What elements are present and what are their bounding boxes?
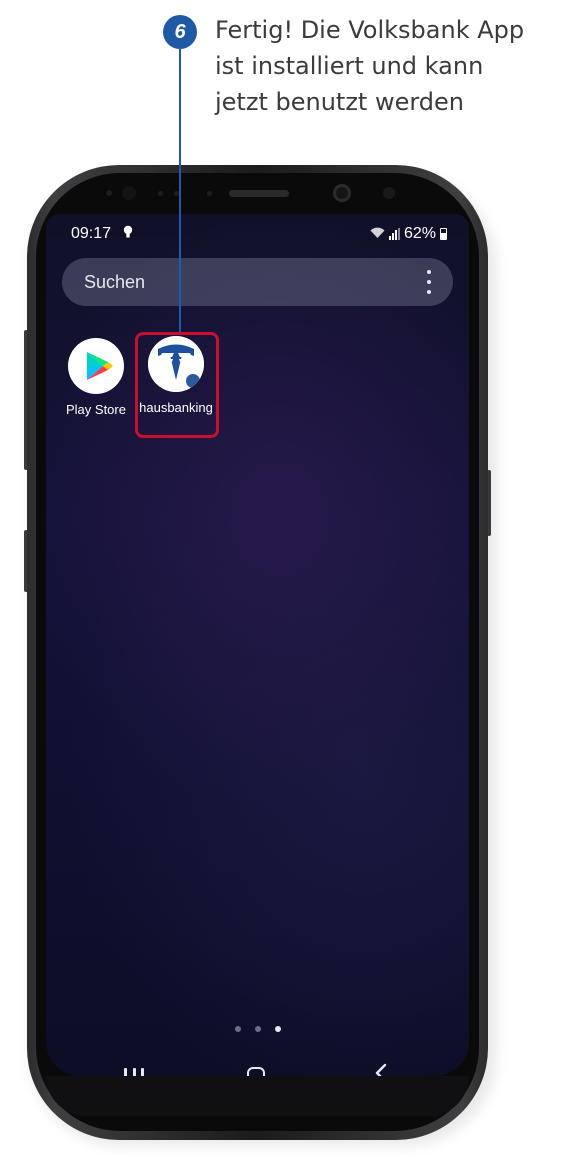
wifi-icon <box>370 227 385 242</box>
play-store-icon <box>68 338 124 394</box>
step-caption-line: ist installiert und kann <box>215 52 484 80</box>
lightbulb-icon <box>123 225 133 242</box>
step-caption: Fertig! Die Volksbank App ist installier… <box>215 12 570 120</box>
proximity-sensor <box>106 190 112 196</box>
front-camera <box>333 184 351 202</box>
page-indicator <box>46 1026 469 1032</box>
navigation-bar <box>46 1054 469 1076</box>
annotation-leader-line <box>179 49 181 333</box>
sensor-dot <box>207 191 212 196</box>
search-placeholder: Suchen <box>84 272 146 292</box>
status-bar: 09:17 62% <box>46 214 469 250</box>
home-icon[interactable] <box>247 1067 265 1076</box>
more-vertical-icon[interactable] <box>425 270 433 294</box>
iris-camera <box>383 187 395 199</box>
status-indicators: 62% <box>370 225 447 243</box>
battery-percent: 62% <box>403 225 436 242</box>
earpiece-speaker <box>229 190 289 197</box>
app-label: Play Store <box>66 402 126 417</box>
page-dot-active <box>274 1026 281 1032</box>
phone-chin <box>46 1076 469 1116</box>
home-screen: 09:17 62% Suchen Play Store hausbanking <box>46 214 469 1076</box>
step-number-badge: 6 <box>163 15 197 49</box>
status-time: 09:17 <box>71 225 112 242</box>
search-bar[interactable]: Suchen <box>62 258 453 306</box>
signal-icon <box>388 228 400 240</box>
page: 6 Fertig! Die Volksbank App ist installi… <box>0 0 573 1155</box>
iris-scanner <box>122 186 136 200</box>
light-sensor <box>158 191 163 196</box>
recent-apps-icon[interactable] <box>124 1068 144 1076</box>
battery-icon <box>440 228 447 240</box>
app-play-store[interactable]: Play Store <box>56 338 136 418</box>
step-caption-line: jetzt benutzt werden <box>215 88 464 116</box>
page-dot <box>254 1026 261 1032</box>
app-highlight-frame <box>135 332 219 438</box>
step-caption-line: Fertig! Die Volksbank App <box>215 16 525 44</box>
back-icon[interactable] <box>374 1062 394 1076</box>
page-dot <box>234 1026 241 1032</box>
